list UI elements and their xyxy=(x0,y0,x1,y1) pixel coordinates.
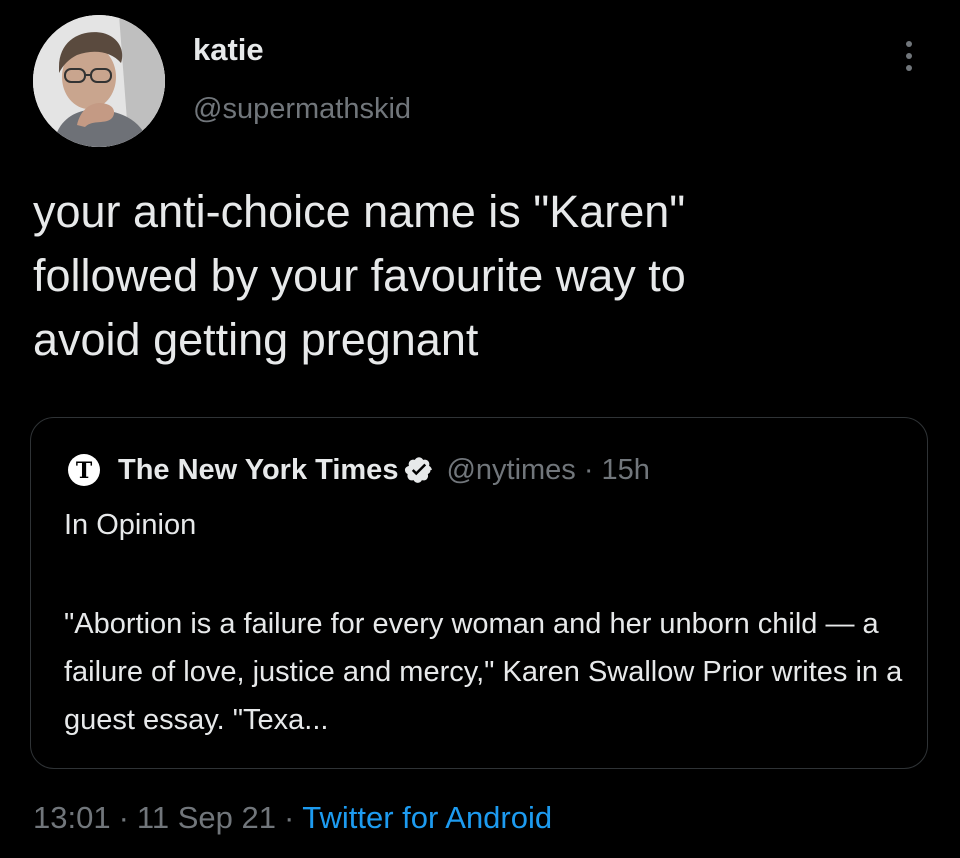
nyt-logo-icon: T xyxy=(67,453,101,487)
separator-dot: · xyxy=(583,453,594,486)
quoted-tweet-card[interactable]: T The New York Times @nytimes · 15h In O… xyxy=(30,417,928,769)
avatar[interactable] xyxy=(33,15,165,147)
svg-text:T: T xyxy=(76,458,93,484)
tweet-date[interactable]: 11 Sep 21 xyxy=(137,800,276,835)
quoted-subline: In Opinion xyxy=(64,509,197,541)
quoted-timestamp[interactable]: 15h xyxy=(601,454,649,487)
tweet-metadata: 13:01 · 11 Sep 21 · Twitter for Android xyxy=(33,800,552,836)
tweet-source-link[interactable]: Twitter for Android xyxy=(302,800,552,835)
author-display-name[interactable]: katie xyxy=(193,32,264,68)
more-options-icon[interactable] xyxy=(897,38,921,74)
separator-dot: · xyxy=(118,800,129,835)
quoted-tweet-text: "Abortion is a failure for every woman a… xyxy=(64,608,903,736)
tweet-text: your anti-choice name is "Karen" followe… xyxy=(33,186,686,365)
separator-dot: · xyxy=(283,800,295,835)
tweet-time[interactable]: 13:01 xyxy=(33,800,111,835)
tweet: katie @supermathskid your anti-choice na… xyxy=(0,0,960,858)
quoted-display-name[interactable]: The New York Times xyxy=(118,454,398,487)
profile-photo xyxy=(33,15,165,147)
quoted-handle[interactable]: @nytimes xyxy=(446,454,575,487)
author-handle[interactable]: @supermathskid xyxy=(193,93,411,126)
quoted-tweet-header: T The New York Times @nytimes · 15h xyxy=(67,450,650,490)
verified-badge-icon xyxy=(404,455,434,485)
